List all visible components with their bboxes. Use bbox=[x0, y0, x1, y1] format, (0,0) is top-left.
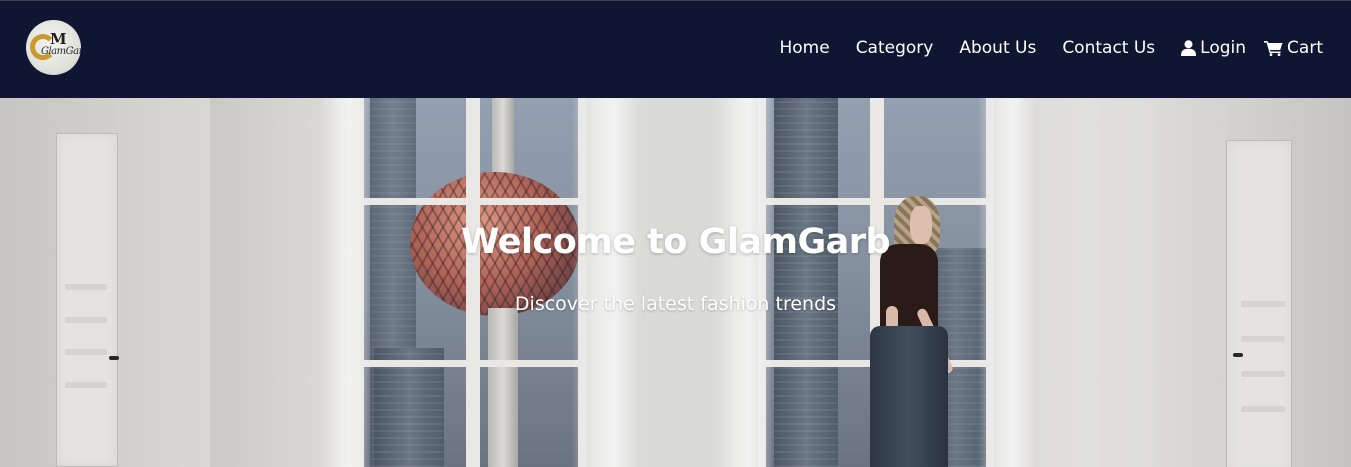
navbar: M GlamGarb Home Category About Us Contac… bbox=[0, 0, 1351, 98]
nav-login[interactable]: Login bbox=[1181, 38, 1246, 58]
nav-menu: Home Category About Us Contact Us Login … bbox=[753, 38, 1323, 58]
logo[interactable]: M GlamGarb bbox=[26, 20, 81, 75]
nav-contact-us[interactable]: Contact Us bbox=[1062, 38, 1155, 58]
nav-cart-label: Cart bbox=[1287, 38, 1323, 58]
cart-icon bbox=[1264, 41, 1283, 56]
nav-home[interactable]: Home bbox=[779, 38, 829, 58]
hero-title: Welcome to GlamGarb bbox=[460, 222, 891, 262]
nav-category-label: Category bbox=[855, 38, 934, 58]
hero-banner: Welcome to GlamGarb Discover the latest … bbox=[0, 98, 1351, 467]
nav-about-label: About Us bbox=[959, 38, 1037, 58]
nav-home-label: Home bbox=[779, 38, 830, 58]
nav-category[interactable]: Category bbox=[856, 38, 934, 58]
nav-cart[interactable]: Cart bbox=[1264, 38, 1323, 58]
hero-subtitle: Discover the latest fashion trends bbox=[514, 293, 837, 315]
user-icon bbox=[1181, 40, 1197, 56]
nav-login-label: Login bbox=[1200, 38, 1247, 58]
nav-contact-label: Contact Us bbox=[1062, 38, 1156, 58]
nav-about-us[interactable]: About Us bbox=[959, 38, 1036, 58]
